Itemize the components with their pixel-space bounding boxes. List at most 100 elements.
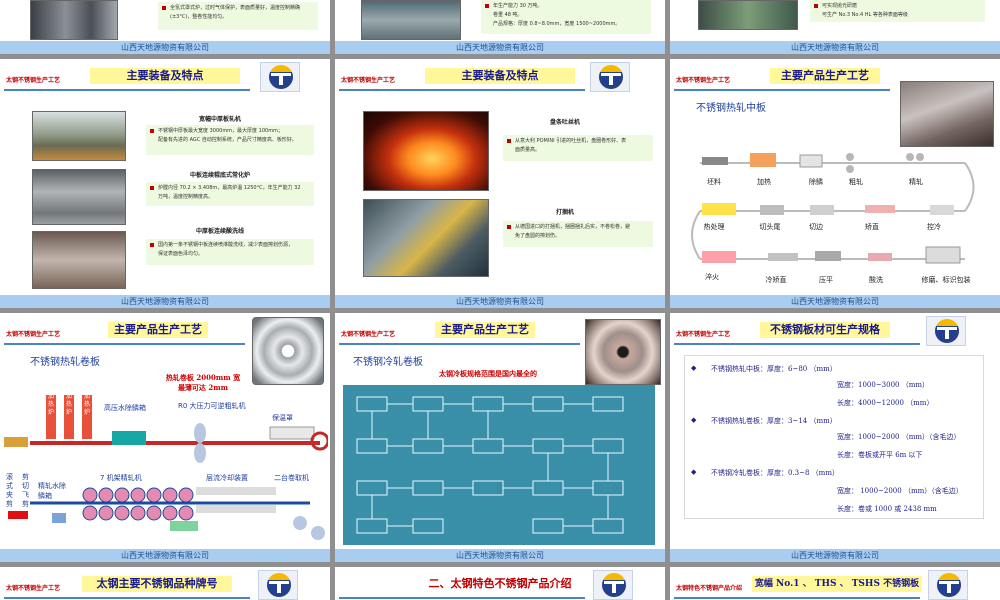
slide-title: 主要产品生产工艺 <box>108 322 208 338</box>
slide-tag: 太钢特色不锈钢产品介绍 <box>676 585 743 592</box>
slide-thumbnail-2[interactable]: 年生产能力 30 万吨。 卷重 48 吨。 产品规格：厚度 0.8~8.0mm，宽度… <box>335 0 665 54</box>
slide-sorter-grid: 全氢式罩式炉，过时气体保护，表面质量好，温度控制精确 (±3°C)，整卷性能均匀。… <box>0 0 1000 600</box>
spec-panel: ◆ 不锈钢热轧中板：厚度：6~80 （mm） 宽度：1000~3000 （mm）… <box>684 355 984 519</box>
company-logo <box>258 570 298 600</box>
title-underline <box>4 89 250 91</box>
title-underline <box>339 343 580 345</box>
slide-title: 二、太钢特色不锈钢产品介绍 <box>428 577 572 590</box>
process-step: 冷矫直 <box>765 276 787 284</box>
diagram-label: R0 大压力可逆粗轧机 <box>178 402 246 410</box>
slide-thumbnail-11[interactable]: 二、太钢特色不锈钢产品介绍 <box>335 567 665 600</box>
slide-thumbnail-1[interactable]: 全氢式罩式炉，过时气体保护，表面质量好，温度控制精确 (±3°C)，整卷性能均匀。… <box>0 0 330 54</box>
slide-footer: 山西天地源物资有限公司 <box>335 549 665 562</box>
title-underline <box>674 89 890 91</box>
process-step: 精轧 <box>909 178 923 186</box>
slide-thumbnail-5[interactable]: 太钢不锈钢生产工艺 主要装备及特点 盘条吐丝机 从意大利 POMINI 引进的吐… <box>335 59 665 308</box>
plate-mill-photo <box>32 111 126 161</box>
bullet-icon: ◆ <box>691 416 697 424</box>
spec-width: 宽度：1000~2000 （mm）（含毛边） <box>837 433 961 441</box>
title-underline <box>339 89 585 91</box>
diagram-label: 1#加热炉 <box>84 385 93 416</box>
spec-length: 长度：卷板或开平 6m 以下 <box>837 451 923 459</box>
slide-tag: 太钢不锈钢生产工艺 <box>6 331 61 338</box>
diagram-label: 3#加热炉 <box>48 385 57 416</box>
rolling-line-photo <box>361 0 461 40</box>
diagram-label: 滚式夹剪 <box>6 473 13 508</box>
process-note: 年生产能力 30 万吨。 卷重 48 吨。 产品规格：厚度 0.8~8.0mm，宽度… <box>481 0 651 34</box>
slide-title: 主要产品生产工艺 <box>770 68 880 84</box>
diagram-label: 二台卷取机 <box>274 474 309 482</box>
slide-tag: 太钢不锈钢生产工艺 <box>676 331 731 338</box>
title-underline <box>674 597 920 599</box>
process-step: 切头尾 <box>759 223 781 231</box>
diagram-label: 精轧水除鳞箱 <box>38 482 66 500</box>
slide-footer: 山西天地源物资有限公司 <box>0 295 330 308</box>
spec-name: 不锈钢冷轧卷板：厚度：0.3~8 （mm） <box>711 469 839 477</box>
slide-thumbnail-6[interactable]: 太钢不锈钢生产工艺 主要产品生产工艺 不锈钢热轧中板 坯料 加热 除鳞 粗轧 精… <box>670 59 1000 308</box>
coil-binding-machine-photo <box>363 199 489 277</box>
section-caption: 中板连续辊底式常化炉 <box>189 172 250 179</box>
spec-name: 不锈钢热轧卷板：厚度：3~14 （mm） <box>711 417 837 425</box>
section-caption: 打捆机 <box>555 209 574 216</box>
slide-thumbnail-10[interactable]: 太钢不锈钢生产工艺 太钢主要不锈钢品种牌号 <box>0 567 330 600</box>
diagram-label: 高压水除鳞箱 <box>104 404 146 412</box>
slide-title: 宽幅 No.1 、 THS 、 TSHS 不锈钢板 <box>752 576 922 592</box>
slide-thumbnail-12[interactable]: 太钢特色不锈钢产品介绍 宽幅 No.1 、 THS 、 TSHS 不锈钢板 <box>670 567 1000 600</box>
diagram-label: 保温罩 <box>272 414 293 422</box>
section-caption: 宽幅中厚板轧机 <box>198 116 241 123</box>
slide-footer: 山西天地源物资有限公司 <box>0 549 330 562</box>
slide-thumbnail-4[interactable]: 太钢不锈钢生产工艺 主要装备及特点 宽幅中厚板轧机 不锈钢中厚板最大宽度 300… <box>0 59 330 308</box>
slide-thumbnail-8[interactable]: 太钢不锈钢生产工艺 主要产品生产工艺 不锈钢冷轧卷板 太钢冷板规格范围是国内最全… <box>335 313 665 562</box>
slide-thumbnail-3[interactable]: 可实现抛光研磨 可生产 No.3 No.4 HL 等各种表面等级 山西天地源物资有… <box>670 0 1000 54</box>
spec-name: 不锈钢热轧中板：厚度：6~80 （mm） <box>711 365 837 373</box>
bullet-icon: ◆ <box>691 468 697 476</box>
slide-thumbnail-9[interactable]: 太钢不锈钢生产工艺 不锈钢板材可生产规格 ◆ 不锈钢热轧中板：厚度：6~80 （… <box>670 313 1000 562</box>
product-subtitle: 不锈钢热轧中板 <box>696 103 766 114</box>
product-subtitle: 不锈钢热轧卷板 <box>30 357 100 368</box>
slide-footer: 山西天地源物资有限公司 <box>670 295 1000 308</box>
company-logo <box>593 570 633 600</box>
company-logo <box>260 62 300 92</box>
section-note: 国内第一条不锈钢中板连续喷淋酸洗线，减少表面擦划伤源， 保证表面色泽均匀。 <box>146 239 314 265</box>
title-underline <box>339 597 585 599</box>
process-step: 压平 <box>819 276 833 284</box>
process-step: 修磨、标识包装 <box>921 276 971 284</box>
process-note: 全氢式罩式炉，过时气体保护，表面质量好，温度控制精确 (±3°C)，整卷性能均匀。 <box>158 2 318 30</box>
cold-rolling-flowchart <box>343 385 655 545</box>
process-step: 加热 <box>757 178 771 186</box>
company-logo <box>928 570 968 600</box>
section-note: 炉膛内径 70.2 × 3.408m，最高炉温 1250°C，年生产能力 32 万… <box>146 182 314 206</box>
diagram-label: 7 机架精轧机 <box>100 474 142 482</box>
process-step: 控冷 <box>927 223 941 231</box>
slide-tag: 太钢不锈钢生产工艺 <box>676 77 731 84</box>
pickling-line-photo <box>32 231 126 289</box>
process-step: 热处理 <box>703 223 725 231</box>
title-underline <box>4 343 245 345</box>
highlight-note: 太钢冷板规格范围是国内最全的 <box>439 369 537 378</box>
laying-head-photo <box>363 111 489 191</box>
process-step: 酸洗 <box>869 276 883 284</box>
slide-footer: 山西天地源物资有限公司 <box>670 549 1000 562</box>
process-step: 粗轧 <box>849 178 863 186</box>
slide-title: 不锈钢板材可生产规格 <box>760 322 890 338</box>
company-logo <box>926 316 966 346</box>
spec-length: 长度：卷或 1000 或 2438 mm <box>837 505 937 513</box>
process-step: 除鳞 <box>809 178 823 186</box>
furnace-photo <box>30 0 118 40</box>
process-step: 坯料 <box>707 178 721 186</box>
spec-length: 长度：4000~12000 （mm） <box>837 399 934 407</box>
slide-tag: 太钢不锈钢生产工艺 <box>341 331 396 338</box>
cold-coil-photo <box>585 319 661 385</box>
process-step: 矫直 <box>865 223 879 231</box>
process-step: 淬火 <box>705 273 719 281</box>
title-underline <box>674 343 920 345</box>
hot-plate-photo <box>900 81 994 147</box>
slide-footer: 山西天地源物资有限公司 <box>670 41 1000 54</box>
slide-tag: 太钢不锈钢生产工艺 <box>6 77 61 84</box>
company-logo <box>590 62 630 92</box>
section-note: 从意大利 POMINI 引进的吐丝机，盘圈卷形好、表 面质量高。 <box>503 135 653 161</box>
process-note: 可实现抛光研磨 可生产 No.3 No.4 HL 等各种表面等级 <box>810 0 985 22</box>
title-underline <box>4 597 250 599</box>
slide-tag: 太钢不锈钢生产工艺 <box>6 585 61 592</box>
slide-thumbnail-7[interactable]: 太钢不锈钢生产工艺 主要产品生产工艺 不锈钢热轧卷板 热轧卷板 2000mm 宽… <box>0 313 330 562</box>
